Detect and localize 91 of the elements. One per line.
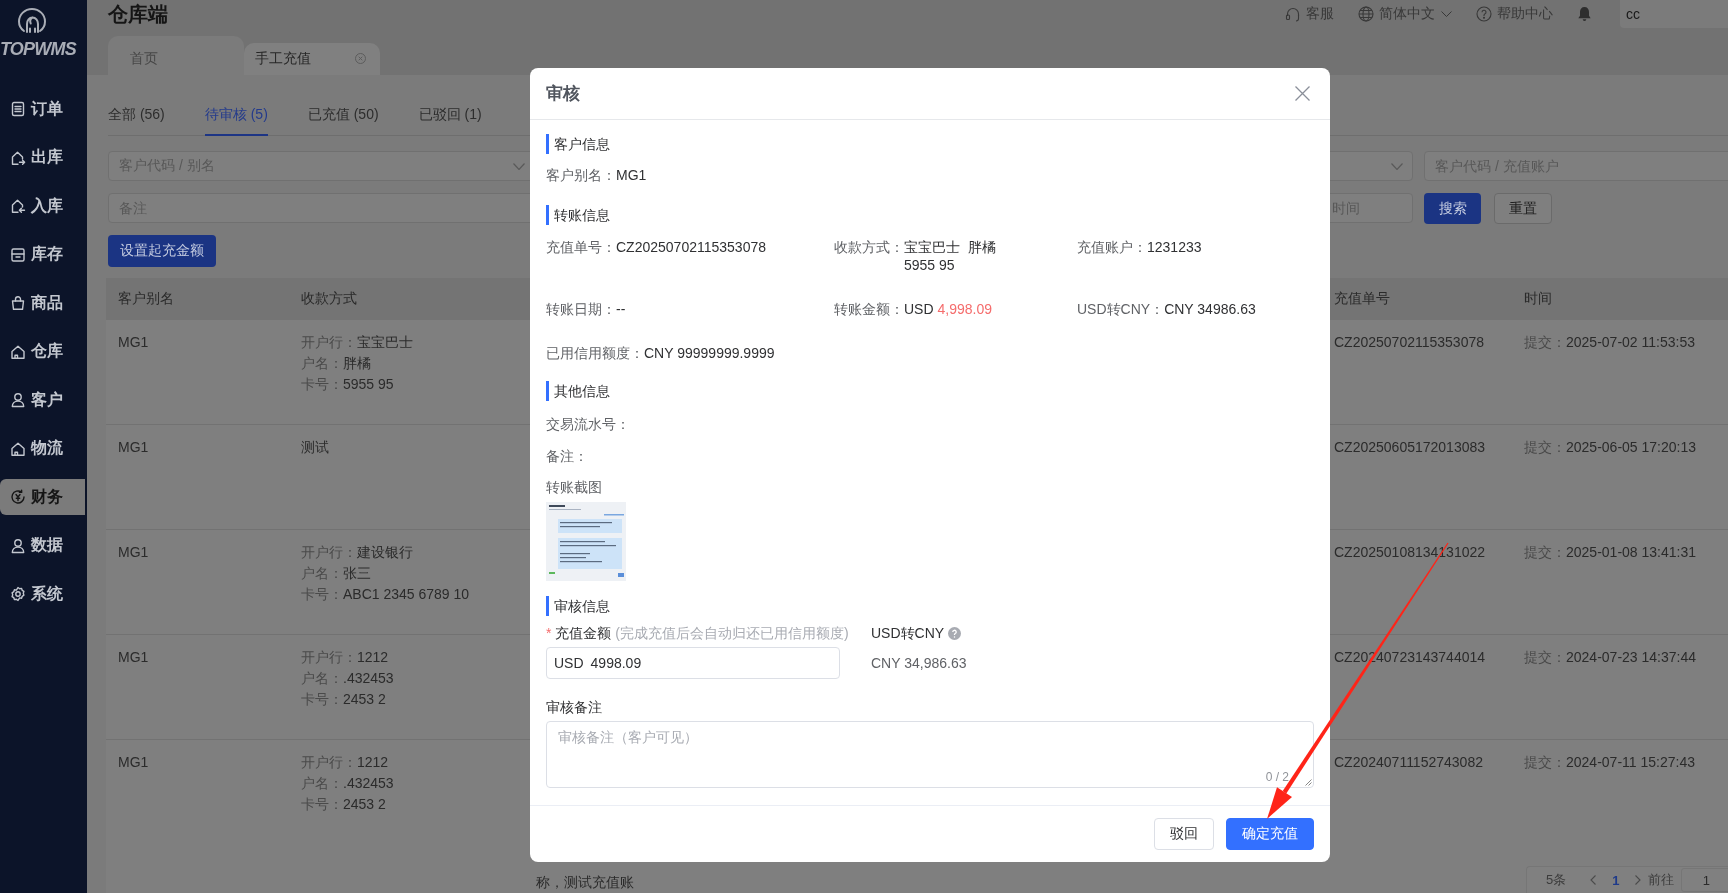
screenshot-drawing[interactable] [546,502,626,581]
table-cell-text: 称，测试充值账 [536,873,634,892]
status-tab[interactable]: 待审核 (5) [204,96,268,136]
gear-icon [10,586,26,603]
converted-amount: CNY 34,986.63 [871,654,967,673]
chevron-right-icon[interactable] [1635,875,1642,885]
payment-detail: 测试 [301,438,329,457]
sidebar-item[interactable]: 商品 [0,285,85,322]
sidebar-item[interactable]: 入库 [0,188,85,225]
caret-icon [1441,10,1452,18]
sidebar-item[interactable]: 系统 [0,576,85,613]
page-input[interactable]: 1 [1681,868,1728,892]
info-field: 充值账户：1231233 [1077,238,1202,274]
close-icon[interactable] [355,52,366,64]
info-field: 交易流水号： [546,414,630,434]
confirm-button[interactable]: 确定充值 [1226,818,1314,850]
chevron-down-icon [513,162,525,170]
sidebar-item[interactable]: 财务 [0,479,85,516]
dialog-title: 审核 [546,82,580,105]
headset-icon [1285,6,1301,22]
total-count: 5条 [1546,871,1567,889]
page-tab[interactable]: 手工充值 [244,43,380,75]
house-arrow-icon [10,198,26,215]
column-header: 收款方式 [301,290,357,308]
header-link[interactable]: 简体中文 [1358,5,1452,23]
logo-icon [16,7,48,34]
info-field: 转账金额：USD 4,998.09 [834,300,992,318]
archive-icon [10,246,26,263]
goto-label: 前往 [1648,871,1675,889]
sidebar-item[interactable]: 出库 [0,139,85,176]
resize-handle-icon[interactable] [1305,779,1312,786]
info-field: 收款方式：宝宝巴士 胖橘 5955 95 [834,238,996,274]
status-tab[interactable]: 已充值 (50) [307,96,379,136]
table-cell-text: MG1 [118,543,149,562]
char-counter: 0 / 2 [1265,769,1289,785]
reset-button[interactable]: 重置 [1494,193,1552,224]
form-label: 审核备注 [546,698,602,717]
reject-button[interactable]: 驳回 [1154,818,1214,850]
info-field: 已用信用额度：CNY 99999999.9999 [546,344,775,362]
table-cell-text: MG1 [118,333,149,352]
user-menu[interactable]: cc [1620,0,1728,28]
close-icon[interactable] [1295,86,1310,101]
document-icon [10,101,26,118]
house-icon [10,343,26,360]
form-label: * 充值金额 (完成充值后会自动归还已用信用额度) [546,624,849,643]
info-field: 客户别名：MG1 [546,165,647,185]
sidebar-item[interactable]: 仓库 [0,333,85,370]
chevron-left-icon[interactable] [1590,875,1597,885]
table-cell-text: CZ20250702115353078 [1334,333,1484,352]
status-tab[interactable]: 全部 (56) [108,96,165,136]
house-icon [10,440,26,457]
column-header: 客户别名 [118,290,174,308]
screenshot-label: 转账截图 [546,478,602,497]
sidebar-item[interactable]: 数据 [0,527,85,564]
column-header: 充值单号 [1334,290,1390,308]
sidebar-item[interactable]: 物流 [0,430,85,467]
set-min-amount-button[interactable]: 设置起充金额 [108,235,216,267]
chevron-down-icon [1391,162,1403,170]
bag-icon [10,295,26,312]
table-cell-text: MG1 [118,753,149,772]
logo-text: TOPWMS [0,39,76,59]
table-cell-text: MG1 [118,438,149,457]
help-icon [1476,6,1492,22]
info-field: 备注： [546,446,588,466]
info-field: 充值单号：CZ20250702115353078 [546,238,766,274]
info-field: USD转CNY：CNY 34986.63 [1077,300,1256,318]
globe-icon [1358,6,1374,22]
person-icon [10,537,26,554]
app-title: 仓库端 [108,2,168,27]
table-cell-text: MG1 [118,648,149,667]
form-label: USD转CNY [871,624,945,643]
column-header: 时间 [1524,290,1552,308]
table-cell-text: CZ20250605172013083 [1334,438,1486,457]
info-field: 转账日期：-- [546,300,626,318]
coin-icon [10,489,26,506]
sidebar-item[interactable]: 库存 [0,236,85,273]
section-title: 审核信息 [546,596,610,616]
search-button[interactable]: 搜索 [1424,193,1481,224]
status-tab[interactable]: 已驳回 (1) [418,96,482,136]
page-number[interactable]: 1 [1612,872,1620,888]
house-arrow-icon [10,149,26,166]
table-cell-text: CZ20240711152743082 [1334,753,1483,772]
section-title: 其他信息 [546,381,610,401]
section-title: 转账信息 [546,205,610,225]
bell-icon[interactable] [1577,6,1592,22]
amount-input[interactable]: USD 4998.09 [546,647,840,679]
section-title: 客户信息 [546,134,610,154]
help-icon[interactable] [948,626,962,640]
sidebar-item[interactable]: 订单 [0,91,85,128]
sidebar-item[interactable]: 客户 [0,382,85,419]
person-icon [10,392,26,409]
